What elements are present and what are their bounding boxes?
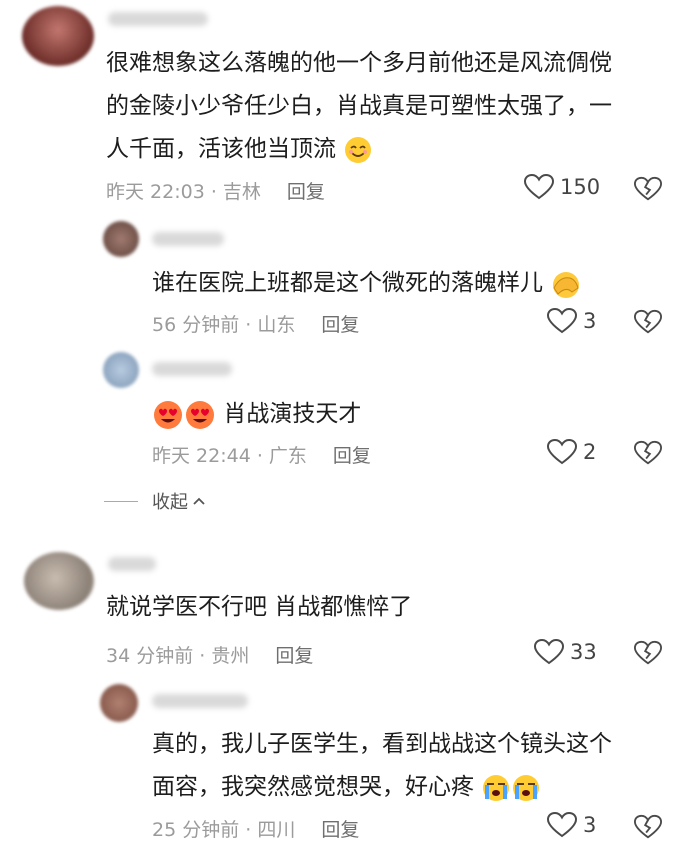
avatar[interactable]: [103, 221, 139, 257]
timestamp-location: 昨天 22:44 · 广东: [152, 445, 307, 467]
like-count: 2: [583, 440, 597, 464]
like-button[interactable]: 3: [547, 308, 596, 334]
collapse-replies-button[interactable]: 收起: [104, 488, 206, 514]
heart-outline-icon: [524, 174, 554, 200]
comment-text: 很难想象这么落魄的他一个多月前他还是风流倜傥 的金陵小少爷任少白，肖战真是可塑性…: [106, 42, 612, 171]
divider: [104, 500, 138, 502]
loudly-crying-face-emoji: [513, 774, 540, 801]
avatar[interactable]: [103, 352, 139, 388]
heart-eyes-emoji: [186, 400, 214, 429]
username-blurred[interactable]: [152, 694, 248, 708]
like-count: 150: [560, 175, 601, 199]
comment-line: 很难想象这么落魄的他一个多月前他还是风流倜傥: [106, 50, 612, 76]
comment-text: 真的，我儿子医学生，看到战战这个镜头这个 面容，我突然感觉想哭，好心疼: [152, 723, 612, 809]
avatar[interactable]: [24, 552, 94, 610]
like-button[interactable]: 3: [547, 812, 596, 838]
broken-heart-icon[interactable]: [634, 309, 662, 335]
comment-meta: 25 分钟前 · 四川 回复: [152, 815, 359, 842]
chevron-up-icon: [193, 497, 205, 505]
comment-text: 肖战演技天才: [152, 393, 361, 436]
timestamp-location: 25 分钟前 · 四川: [152, 819, 296, 841]
like-button[interactable]: 33: [534, 639, 597, 665]
comment-meta: 昨天 22:03 · 吉林 回复: [106, 177, 325, 204]
reply-button[interactable]: 回复: [275, 645, 313, 667]
facepalm-emoji: [553, 271, 580, 298]
username-blurred[interactable]: [108, 12, 208, 26]
avatar[interactable]: [100, 684, 138, 722]
smiling-face-emoji: [345, 136, 372, 163]
like-button[interactable]: 150: [524, 174, 600, 200]
heart-outline-icon: [547, 812, 577, 838]
comment-text: 就说学医不行吧 肖战都憔悴了: [106, 594, 413, 620]
heart-outline-icon: [547, 308, 577, 334]
comment-line: 的金陵小少爷任少白，肖战真是可塑性太强了，一: [106, 93, 612, 119]
timestamp-location: 56 分钟前 · 山东: [152, 314, 296, 336]
comment-line: 真的，我儿子医学生，看到战战这个镜头这个: [152, 731, 612, 757]
avatar[interactable]: [22, 6, 94, 66]
comment-meta: 昨天 22:44 · 广东 回复: [152, 441, 371, 468]
username-blurred[interactable]: [108, 557, 156, 571]
reply-button[interactable]: 回复: [321, 819, 359, 841]
comment-line: 人千面，活该他当顶流: [106, 128, 612, 171]
comment-meta: 34 分钟前 · 贵州 回复: [106, 641, 313, 668]
username-blurred[interactable]: [152, 232, 224, 246]
broken-heart-icon[interactable]: [634, 440, 662, 466]
broken-heart-icon[interactable]: [634, 176, 662, 202]
comment-line: 面容，我突然感觉想哭，好心疼: [152, 766, 612, 809]
broken-heart-icon[interactable]: [634, 640, 662, 666]
heart-outline-icon: [534, 639, 564, 665]
loudly-crying-face-emoji: [483, 774, 510, 801]
like-count: 33: [570, 640, 597, 664]
timestamp-location: 34 分钟前 · 贵州: [106, 645, 250, 667]
like-button[interactable]: 2: [547, 439, 596, 465]
heart-eyes-emoji: [154, 400, 182, 429]
reply-button[interactable]: 回复: [321, 314, 359, 336]
like-count: 3: [583, 309, 597, 333]
reply-button[interactable]: 回复: [287, 181, 325, 203]
broken-heart-icon[interactable]: [634, 814, 662, 840]
like-count: 3: [583, 813, 597, 837]
heart-outline-icon: [547, 439, 577, 465]
comment-text: 谁在医院上班都是这个微死的落魄样儿: [152, 262, 582, 305]
comment-meta: 56 分钟前 · 山东 回复: [152, 310, 359, 337]
reply-button[interactable]: 回复: [333, 445, 371, 467]
username-blurred[interactable]: [152, 362, 232, 376]
timestamp-location: 昨天 22:03 · 吉林: [106, 181, 261, 203]
